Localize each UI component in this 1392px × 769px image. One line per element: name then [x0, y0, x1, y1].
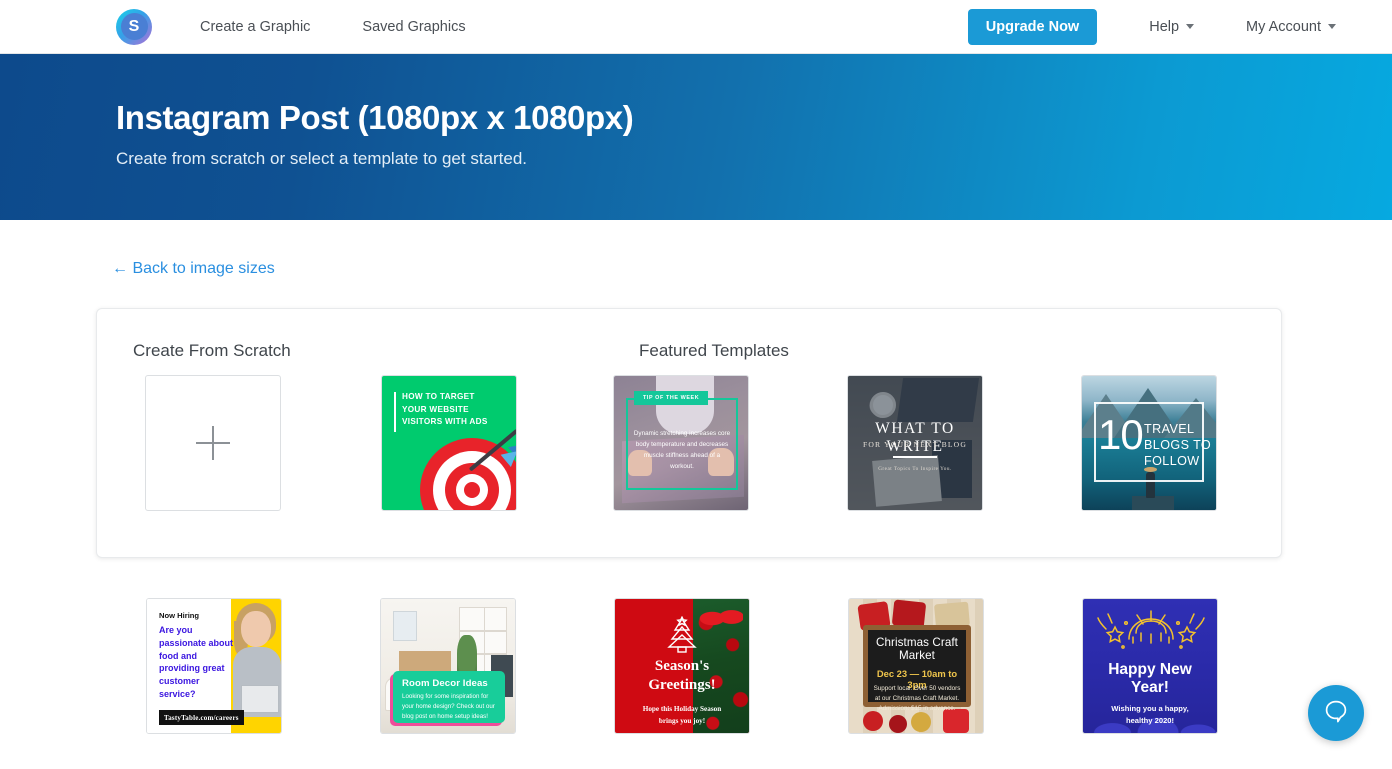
decor-title: Room Decor Ideas — [402, 678, 488, 689]
back-to-image-sizes-link[interactable]: ← Back to image sizes — [112, 260, 275, 278]
write-subtitle: FOR YOUR NEXT BLOG — [862, 440, 968, 449]
decor-text-card: Room Decor Ideas Looking for some inspir… — [393, 671, 505, 723]
travel-headline: TRAVEL BLOGS TO FOLLOW — [1144, 422, 1211, 470]
chat-bubble-icon — [1322, 697, 1350, 730]
newyear-line-2: Year! — [1131, 679, 1169, 697]
season-body-2: brings you joy! — [658, 717, 706, 726]
season-body: Hope this Holiday Season brings you joy! — [623, 703, 741, 727]
newyear-body-2: healthy 2020! — [1125, 716, 1175, 726]
top-header: S Create a Graphic Saved Graphics Upgrad… — [0, 0, 1392, 54]
featured-templates-label: Featured Templates — [639, 341, 789, 360]
write-footer: Great Topics To Inspire You. — [878, 466, 952, 472]
hero-banner: Instagram Post (1080px x 1080px) Create … — [0, 54, 1392, 220]
chevron-down-icon — [1186, 24, 1195, 29]
brand-logo[interactable]: S — [116, 8, 152, 45]
page-title: Instagram Post (1080px x 1080px) — [116, 99, 634, 136]
accent-bar — [394, 392, 396, 432]
create-from-scratch-tile[interactable] — [145, 375, 281, 511]
template-card-seasons-greetings[interactable]: Season's Greetings! Hope this Holiday Se… — [614, 598, 750, 734]
help-menu-label: Help — [1149, 18, 1180, 35]
travel-number: 10 — [1098, 411, 1144, 458]
template-card-travel-blogs[interactable]: 10 TRAVEL BLOGS TO FOLLOW — [1081, 375, 1217, 511]
nav-create-a-graphic[interactable]: Create a Graphic — [200, 19, 310, 35]
help-menu[interactable]: Help — [1149, 18, 1195, 35]
template-card-how-to-target-ads[interactable]: HOW TO TARGET YOUR WEBSITE VISITORS WITH… — [381, 375, 517, 511]
fireworks-icon — [1083, 607, 1217, 657]
primary-nav: Create a Graphic Saved Graphics — [200, 19, 518, 35]
headline-line-1: HOW TO TARGET — [402, 392, 475, 401]
hiring-kicker: Now Hiring — [159, 611, 200, 620]
tip-badge: TIP OF THE WEEK — [634, 391, 709, 405]
season-greeting: Season's Greetings! — [615, 657, 749, 695]
chat-widget-button[interactable] — [1308, 685, 1364, 741]
templates-panel: Create From Scratch Featured Templates H… — [96, 308, 1282, 558]
travel-line-1: TRAVEL — [1144, 422, 1195, 436]
chevron-down-icon — [1328, 24, 1336, 29]
craft-title-2: Market — [898, 648, 936, 662]
template-card-tip-of-the-week[interactable]: TIP OF THE WEEK Dynamic stretching incre… — [613, 375, 749, 511]
christmas-tree-icon — [659, 616, 705, 656]
create-from-scratch-label: Create From Scratch — [133, 341, 291, 360]
brand-logo-letter: S — [120, 13, 148, 40]
template-card-what-to-write[interactable]: WHAT TO WRITE FOR YOUR NEXT BLOG Great T… — [847, 375, 983, 511]
newyear-body-1: Wishing you a happy, — [1111, 704, 1189, 713]
template-headline: HOW TO TARGET YOUR WEBSITE VISITORS WITH… — [402, 391, 507, 429]
tip-body-text: Dynamic stretching increases core body t… — [633, 430, 731, 471]
travel-line-3: FOLLOW — [1144, 453, 1200, 468]
newyear-line-1: Happy New — [1108, 661, 1192, 678]
decor-body: Looking for some inspiration for your ho… — [402, 693, 495, 720]
nav-saved-graphics[interactable]: Saved Graphics — [362, 19, 465, 35]
hiring-url: TastyTable.com/careers — [159, 710, 244, 725]
ribbon-bow-graphic — [699, 605, 743, 635]
plus-icon — [196, 426, 230, 460]
template-card-happy-new-year[interactable]: Happy New Year! Wishing you a happy, hea… — [1082, 598, 1218, 734]
target-bullseye-icon — [420, 428, 516, 510]
write-title: WHAT TO WRITE — [875, 420, 955, 455]
headline-line-3: VISITORS WITH ADS — [402, 417, 488, 427]
craft-title-1: Christmas Craft — [875, 636, 959, 649]
header-actions: Upgrade Now Help My Account — [967, 8, 1336, 45]
season-line-1: Season's — [654, 658, 710, 674]
newyear-headline: Happy New Year! — [1089, 661, 1211, 698]
chalkboard: Christmas Craft Market Dec 23 — 10am to … — [863, 625, 971, 712]
travel-line-2: BLOGS TO — [1144, 437, 1212, 452]
season-line-2: Greetings! — [648, 676, 716, 693]
divider — [893, 456, 937, 458]
page-subtitle: Create from scratch or select a template… — [116, 148, 528, 168]
my-account-menu-label: My Account — [1246, 18, 1321, 35]
template-card-christmas-craft-market[interactable]: Christmas Craft Market Dec 23 — 10am to … — [848, 598, 984, 734]
headline-line-2: YOUR WEBSITE — [402, 404, 469, 414]
craft-title: Christmas Craft Market — [872, 636, 962, 662]
page-body: ← Back to image sizes Create From Scratc… — [0, 220, 1392, 769]
my-account-menu[interactable]: My Account — [1246, 19, 1336, 35]
template-card-now-hiring[interactable]: Now Hiring Are you passionate about food… — [146, 598, 282, 734]
season-body-1: Hope this Holiday Season — [642, 705, 722, 713]
template-card-room-decor[interactable]: Room Decor Ideas Looking for some inspir… — [380, 598, 516, 734]
hiring-headline: Are you passionate about food and provid… — [159, 625, 234, 699]
newyear-body: Wishing you a happy, healthy 2020! — [1091, 703, 1209, 728]
craft-body: Support local. Over 50 vendors at our Ch… — [873, 685, 961, 713]
upgrade-now-button[interactable]: Upgrade Now — [967, 8, 1098, 45]
